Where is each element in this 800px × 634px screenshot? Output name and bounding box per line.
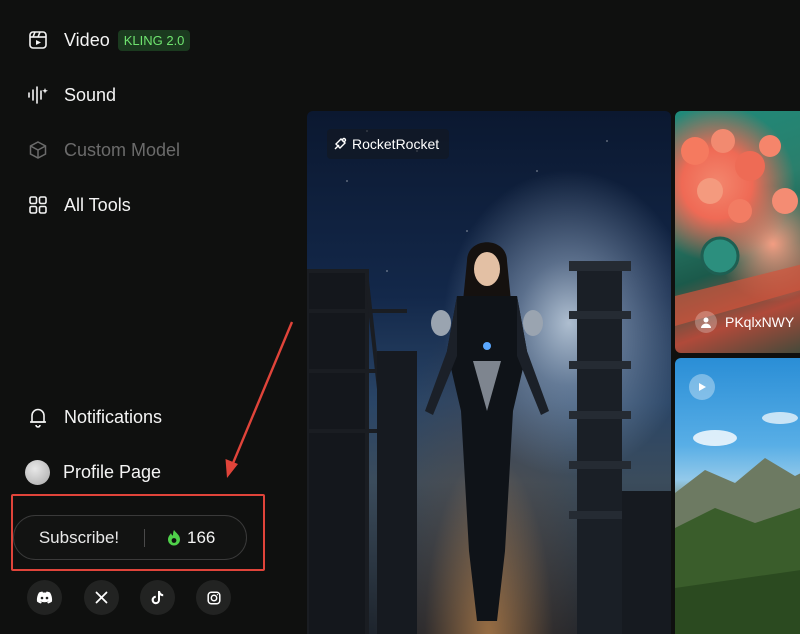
tiktok-icon — [151, 590, 164, 605]
main-card-artwork — [307, 242, 671, 634]
author-name: PKqlxNWY — [725, 314, 795, 330]
creator-name: RocketRocket — [352, 136, 440, 152]
user-icon — [695, 311, 717, 333]
flame-icon — [167, 529, 181, 546]
gallery-card-landscape[interactable] — [675, 358, 800, 634]
model-version-badge: KLING 2.0 — [117, 29, 191, 51]
credits-balance[interactable]: 166 — [167, 528, 215, 548]
grid-icon — [27, 194, 49, 216]
sound-wave-icon — [27, 84, 49, 106]
sidebar-item-label: Video — [64, 29, 110, 50]
sidebar-item-profile[interactable]: Profile Page — [25, 458, 161, 486]
sidebar-item-label: Profile Page — [63, 461, 162, 482]
sidebar-item-sound[interactable]: Sound — [27, 81, 116, 109]
sidebar: Video KLING 2.0 Sound Custom Model All T… — [0, 0, 290, 634]
bell-icon — [27, 406, 49, 428]
sidebar-item-custom-model[interactable]: Custom Model — [27, 136, 180, 164]
gallery-card-flowers[interactable]: PKqlxNWY — [675, 111, 800, 353]
play-icon[interactable] — [689, 374, 715, 400]
author-tag[interactable]: PKqlxNWY — [695, 311, 794, 333]
sidebar-item-label: Custom Model — [64, 139, 181, 160]
sidebar-item-video[interactable]: Video KLING 2.0 — [27, 26, 191, 54]
video-icon — [27, 29, 49, 51]
instagram-icon — [206, 590, 221, 605]
gallery-card-main[interactable]: RocketRocket — [307, 111, 671, 634]
x-icon — [95, 591, 108, 604]
discord-link[interactable] — [27, 580, 62, 615]
creator-icon — [333, 137, 347, 151]
sidebar-item-all-tools[interactable]: All Tools — [27, 191, 131, 219]
subscribe-bar: Subscribe! 166 — [13, 515, 247, 560]
cube-icon — [27, 139, 49, 161]
sidebar-item-label: Notifications — [64, 406, 163, 427]
landscape-artwork — [675, 412, 800, 634]
divider — [144, 528, 145, 547]
credits-count: 166 — [187, 527, 216, 547]
tiktok-link[interactable] — [140, 580, 175, 615]
discord-icon — [36, 591, 53, 604]
sidebar-item-label: All Tools — [64, 194, 131, 215]
instagram-link[interactable] — [196, 580, 231, 615]
creator-tag[interactable]: RocketRocket — [327, 129, 450, 159]
avatar — [25, 459, 50, 485]
x-link[interactable] — [84, 580, 119, 615]
sidebar-item-label: Sound — [64, 84, 117, 105]
sidebar-item-notifications[interactable]: Notifications — [27, 403, 162, 431]
subscribe-button[interactable]: Subscribe! — [14, 528, 144, 548]
